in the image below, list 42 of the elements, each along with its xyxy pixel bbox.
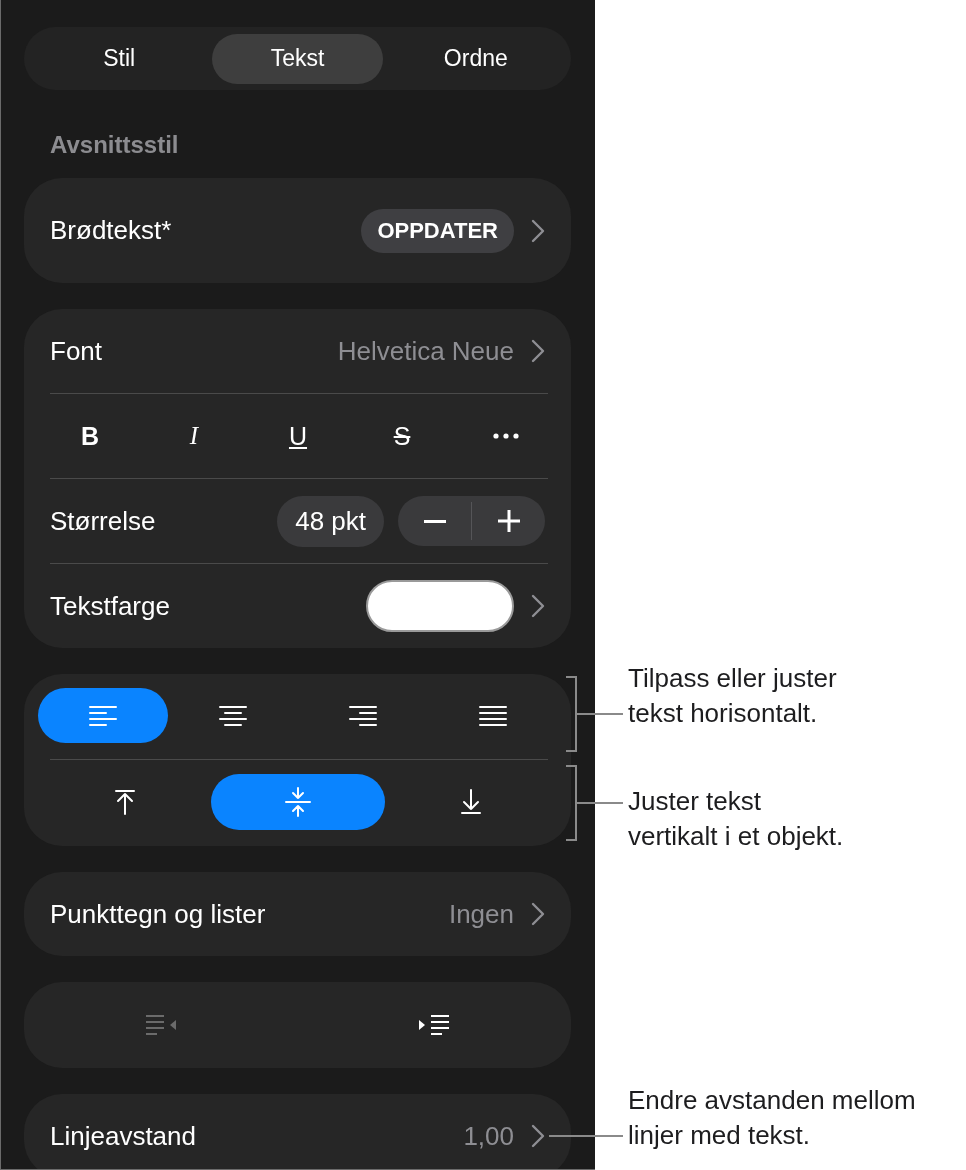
tab[interactable]: Stil xyxy=(34,33,205,84)
bold-button[interactable]: B xyxy=(66,412,114,460)
tab[interactable]: Tekst xyxy=(212,33,383,84)
decrease-indent-icon xyxy=(144,1014,177,1036)
update-button[interactable]: OPPDATER xyxy=(361,208,514,253)
chevron-right-icon[interactable] xyxy=(531,1124,545,1148)
strikethrough-button[interactable]: S xyxy=(378,412,426,460)
callout-text: Juster tekst vertikalt i et objekt. xyxy=(628,785,844,853)
line-spacing-label: Linjeavstand xyxy=(50,1120,197,1152)
font-value: Helvetica Neue xyxy=(337,335,514,367)
align-bottom-icon xyxy=(459,789,484,815)
callout-text: Tilpass eller juster tekst horisontalt. xyxy=(628,662,837,730)
color-swatch[interactable] xyxy=(366,580,514,632)
align-middle-button[interactable] xyxy=(211,774,385,830)
align-middle-icon xyxy=(285,787,311,817)
chevron-right-icon[interactable] xyxy=(531,339,545,363)
callout-text: Endre avstanden mellom linjer med tekst. xyxy=(628,1084,916,1152)
more-icon xyxy=(493,433,519,439)
chevron-right-icon[interactable] xyxy=(531,218,545,243)
align-center-icon xyxy=(219,704,247,727)
align-justify-icon xyxy=(479,704,507,727)
line-spacing-value: 1,00 xyxy=(463,1120,514,1152)
italic-button[interactable]: I xyxy=(170,412,218,460)
bullets-label: Punkttegn og lister xyxy=(50,898,267,930)
paragraph-style-name: Brødtekst* xyxy=(50,215,173,246)
align-left-icon xyxy=(89,704,117,727)
minus-icon xyxy=(423,519,446,523)
align-top-icon xyxy=(112,789,137,815)
text-color-label: Tekstfarge xyxy=(50,590,171,622)
size-label: Størrelse xyxy=(50,505,157,537)
size-field[interactable]: 48 pkt xyxy=(277,495,384,547)
underline-button[interactable]: U xyxy=(274,412,322,460)
align-left-button[interactable] xyxy=(38,688,168,743)
chevron-right-icon[interactable] xyxy=(531,594,545,618)
tab[interactable]: Ordne xyxy=(390,33,561,84)
bullets-value: Ingen xyxy=(448,898,514,930)
plus-icon xyxy=(497,510,520,532)
section-heading: Avsnittsstil xyxy=(50,131,180,159)
increase-indent-icon xyxy=(418,1014,451,1036)
font-label: Font xyxy=(50,335,104,367)
align-right-icon xyxy=(349,704,377,727)
chevron-right-icon[interactable] xyxy=(531,902,545,926)
